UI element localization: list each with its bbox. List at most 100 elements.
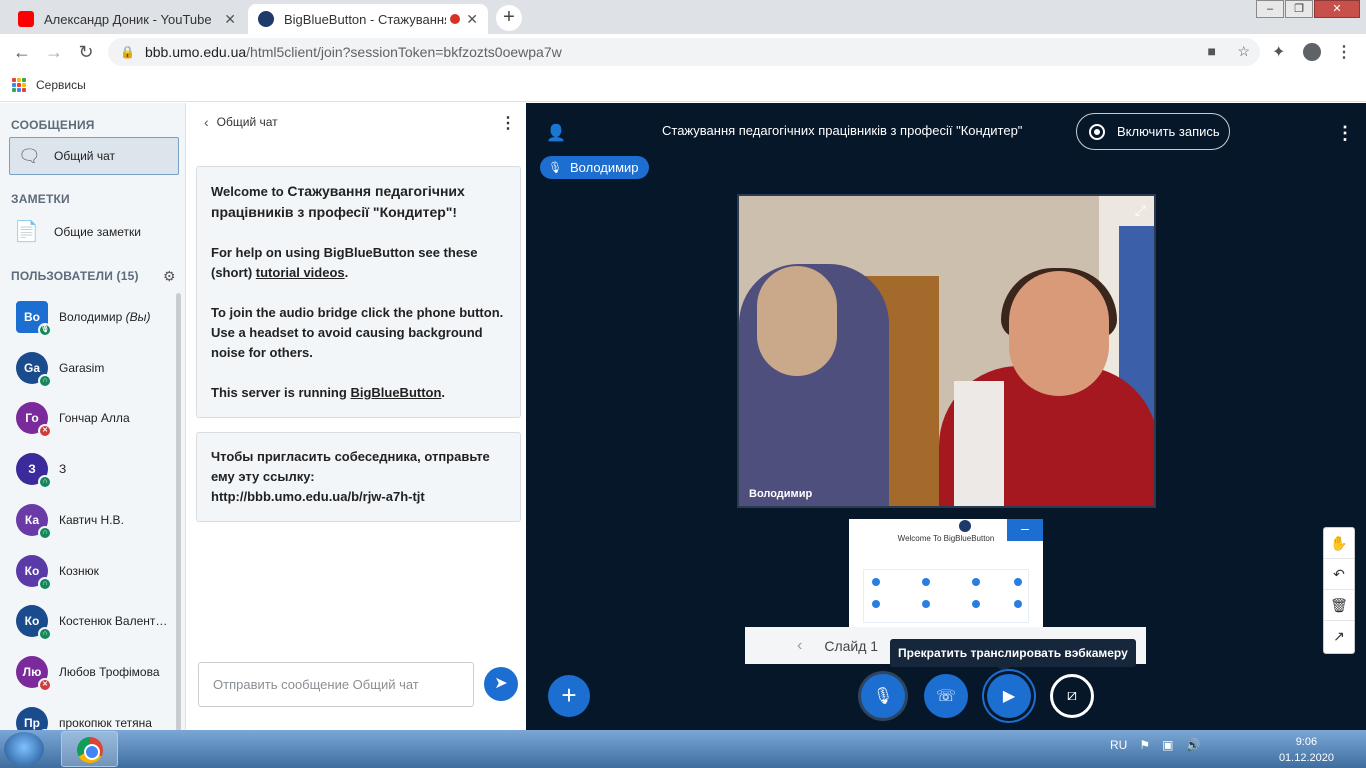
phone-icon: ☏ <box>935 688 956 705</box>
address-bar[interactable]: 🔒 bbb.umo.edu.ua/html5client/join?sessio… <box>108 38 1260 66</box>
webcam-tooltip: Прекратить транслировать вэбкамеру <box>890 639 1136 673</box>
presentation-slide[interactable]: – Welcome To BigBlueButton <box>849 519 1043 629</box>
camera-permission-icon[interactable]: ■ <box>1208 43 1216 59</box>
user-name: Костенюк Валент… <box>59 614 168 628</box>
system-tray: RU ⚑ ▣ 🔊 <box>1110 738 1200 752</box>
user-item[interactable]: Ка ∩ Кавтич Н.В. <box>16 500 176 540</box>
undo-icon[interactable]: ↶ <box>1324 559 1354 590</box>
webcam-video[interactable]: ⤢ Володимир <box>737 194 1156 508</box>
public-chat-label: Общий чат <box>54 149 115 163</box>
public-chat-item[interactable]: 🗨 Общий чат <box>9 137 179 175</box>
apps-shortcut[interactable]: Сервисы <box>12 78 86 92</box>
chat-title: Общий чат <box>216 115 278 129</box>
volume-icon[interactable]: 🔊 <box>1185 738 1200 752</box>
user-item[interactable]: Ко ∩ Костенюк Валент… <box>16 601 176 641</box>
recording-indicator-icon <box>450 14 461 24</box>
slide-selector[interactable]: Слайд 1 <box>824 638 878 654</box>
user-list-scrollbar[interactable] <box>176 293 181 730</box>
record-icon <box>1089 123 1105 140</box>
previous-slide-icon[interactable]: ‹ <box>797 637 802 655</box>
user-item[interactable]: З ∩ З <box>16 449 176 489</box>
flag-icon[interactable]: ⚑ <box>1139 738 1150 752</box>
reload-icon[interactable]: ↻ <box>74 40 98 64</box>
browser-tab-youtube[interactable]: Александр Доник - YouTube ✕ <box>8 4 246 34</box>
start-button[interactable] <box>4 732 44 766</box>
bookmark-star-icon[interactable]: ☆ <box>1237 43 1250 60</box>
avatar: Ко ∩ <box>16 605 52 641</box>
chat-options-icon[interactable]: ⋮ <box>500 113 516 133</box>
welcome-message: Welcome to Стажування педагогічних праці… <box>196 166 521 418</box>
window-controls: – ❐ ✕ <box>1255 0 1360 18</box>
actions-button[interactable]: + <box>548 675 590 717</box>
user-item[interactable]: Ко ∩ Кознюк <box>16 551 176 591</box>
user-list-panel: СООБЩЕНИЯ 🗨 Общий чат ЗАМЕТКИ 📄 Общие за… <box>0 103 186 730</box>
users-header: ПОЛЬЗОВАТЕЛИ (15) <box>11 269 139 283</box>
chat-back-button[interactable]: ‹ Общий чат <box>204 114 278 130</box>
user-name: Кознюк <box>59 564 99 578</box>
user-name: Кавтич Н.В. <box>59 513 124 527</box>
screen-share-icon: ⧄ <box>1066 687 1078 704</box>
apps-label: Сервисы <box>36 78 86 92</box>
forward-icon[interactable]: → <box>42 40 66 64</box>
mute-button[interactable]: 🎙 <box>861 674 905 718</box>
listen-only-icon: ∩ <box>38 475 52 489</box>
close-tab-icon[interactable]: ✕ <box>224 11 236 28</box>
avatar: Пр∩ <box>16 707 52 730</box>
tutorial-link[interactable]: tutorial videos <box>256 265 345 280</box>
talking-indicator[interactable]: 🎙 Володимир <box>540 156 649 179</box>
chat-panel: ‹ Общий чат ⋮ Welcome to Стажування педа… <box>186 103 526 730</box>
profile-avatar[interactable] <box>1303 43 1321 61</box>
gear-icon[interactable]: ⚙ <box>163 268 176 285</box>
user-item[interactable]: Го ✕ Гончар Алла <box>16 398 176 438</box>
record-button[interactable]: Включить запись <box>1076 113 1230 150</box>
taskbar-chrome[interactable] <box>61 731 118 767</box>
slide-title: Welcome To BigBlueButton <box>897 534 995 543</box>
chat-input[interactable]: Отправить сообщение Общий чат <box>198 662 474 707</box>
user-item[interactable]: Ga ∩ Garasim <box>16 348 176 388</box>
chat-icon: 🗨 <box>18 146 41 166</box>
url-path: /html5client/join?sessionToken=bkfzozts0… <box>246 44 562 60</box>
network-icon[interactable]: ▣ <box>1162 738 1173 752</box>
browser-menu-icon[interactable]: ⋮ <box>1336 42 1352 62</box>
back-icon[interactable]: ← <box>10 40 34 64</box>
fullscreen-icon[interactable]: ⤢ <box>1135 202 1146 219</box>
new-tab-button[interactable]: + <box>496 5 522 31</box>
maximize-button[interactable]: ❐ <box>1285 0 1313 18</box>
meeting-title: Стажування педагогічних працівників з пр… <box>662 123 1023 138</box>
windows-taskbar: RU ⚑ ▣ 🔊 9:06 01.12.2020 <box>0 730 1366 768</box>
multi-user-icon[interactable]: ↗ <box>1324 621 1354 652</box>
browser-tab-bbb[interactable]: BigBlueButton - Стажування ✕ <box>248 4 488 34</box>
listen-only-icon: ∩ <box>38 577 52 591</box>
user-item[interactable]: Лю ✕ Любов Трофімова <box>16 652 176 692</box>
options-menu-icon[interactable]: ⋮ <box>1336 123 1354 144</box>
youtube-icon <box>18 11 34 27</box>
leave-audio-button[interactable]: ☏ <box>924 674 968 718</box>
webcam-button[interactable]: ▶ <box>987 674 1031 718</box>
lock-icon: 🔒 <box>120 45 135 59</box>
send-button[interactable]: ➤ <box>484 667 518 701</box>
microphone-icon: 🎙 <box>872 688 894 705</box>
user-item[interactable]: Пр∩ прокопюк тетяна <box>16 703 176 730</box>
user-list-toggle-icon[interactable]: 👤 <box>546 123 566 143</box>
hand-tool-icon[interactable]: ✋ <box>1324 528 1354 559</box>
clock[interactable]: 9:06 01.12.2020 <box>1279 734 1334 766</box>
tab-title: BigBlueButton - Стажування <box>284 11 447 27</box>
bigbluebutton-icon <box>258 11 274 27</box>
extensions-icon[interactable]: ✦ <box>1272 42 1285 62</box>
talking-user: Володимир <box>569 160 639 175</box>
user-item[interactable]: Во 🎙 Володимир (Вы) <box>16 297 176 337</box>
avatar: Ка ∩ <box>16 504 52 540</box>
bigbluebutton-logo <box>959 520 971 532</box>
screenshare-button[interactable]: ⧄ <box>1050 674 1094 718</box>
invite-link[interactable]: http://bbb.umo.edu.ua/b/rjw-a7h-tjt <box>211 487 506 507</box>
minimize-button[interactable]: – <box>1256 0 1284 18</box>
trash-icon[interactable]: 🗑 <box>1324 590 1354 621</box>
close-window-button[interactable]: ✕ <box>1314 0 1360 18</box>
invite-text: Чтобы пригласить собеседника, отправьте … <box>211 449 490 484</box>
language-indicator[interactable]: RU <box>1110 738 1127 752</box>
close-tab-icon[interactable]: ✕ <box>466 11 478 28</box>
bbb-link[interactable]: BigBlueButton <box>350 385 441 400</box>
camera-icon: ▶ <box>1002 688 1016 705</box>
listen-only-icon: ∩ <box>38 526 52 540</box>
shared-notes-item[interactable]: 📄 Общие заметки <box>14 219 141 244</box>
